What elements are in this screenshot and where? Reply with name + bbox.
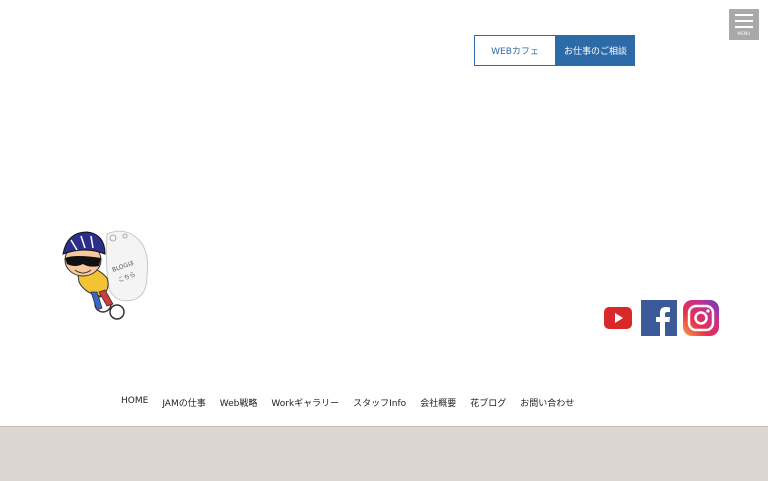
bike-wheel-icon (109, 304, 125, 320)
nav-item-staff-info[interactable]: スタッフInfo (353, 396, 406, 409)
hamburger-menu-button[interactable]: MENU (729, 9, 759, 40)
nav-item-contact[interactable]: お問い合わせ (520, 396, 574, 409)
web-cafe-button[interactable]: WEBカフェ (474, 35, 556, 66)
footer-band (0, 426, 768, 481)
facebook-icon[interactable] (641, 300, 677, 336)
nav-item-jam-work[interactable]: JAMの仕事 (162, 396, 205, 409)
nav-item-web-strategy[interactable]: Web戦略 (220, 396, 258, 409)
menu-bar-icon (735, 14, 753, 16)
nav-item-flower-blog[interactable]: 花ブログ (470, 396, 506, 409)
nav-item-home[interactable]: HOME (121, 396, 148, 409)
menu-label: MENU (737, 31, 751, 36)
instagram-icon[interactable] (683, 300, 719, 336)
youtube-icon[interactable] (604, 307, 632, 329)
menu-bar-icon (735, 26, 753, 28)
nav-item-company[interactable]: 会社概要 (420, 396, 456, 409)
global-nav: HOME JAMの仕事 Web戦略 Workギャラリー スタッフInfo 会社概… (121, 396, 574, 409)
blog-mascot-link[interactable]: BLOGは こちら (55, 224, 155, 324)
menu-bar-icon (735, 20, 753, 22)
consult-button[interactable]: お仕事のご相談 (556, 35, 635, 66)
header-cta-group: WEBカフェ お仕事のご相談 (474, 35, 635, 66)
nav-item-work-gallery[interactable]: Workギャラリー (271, 396, 339, 409)
